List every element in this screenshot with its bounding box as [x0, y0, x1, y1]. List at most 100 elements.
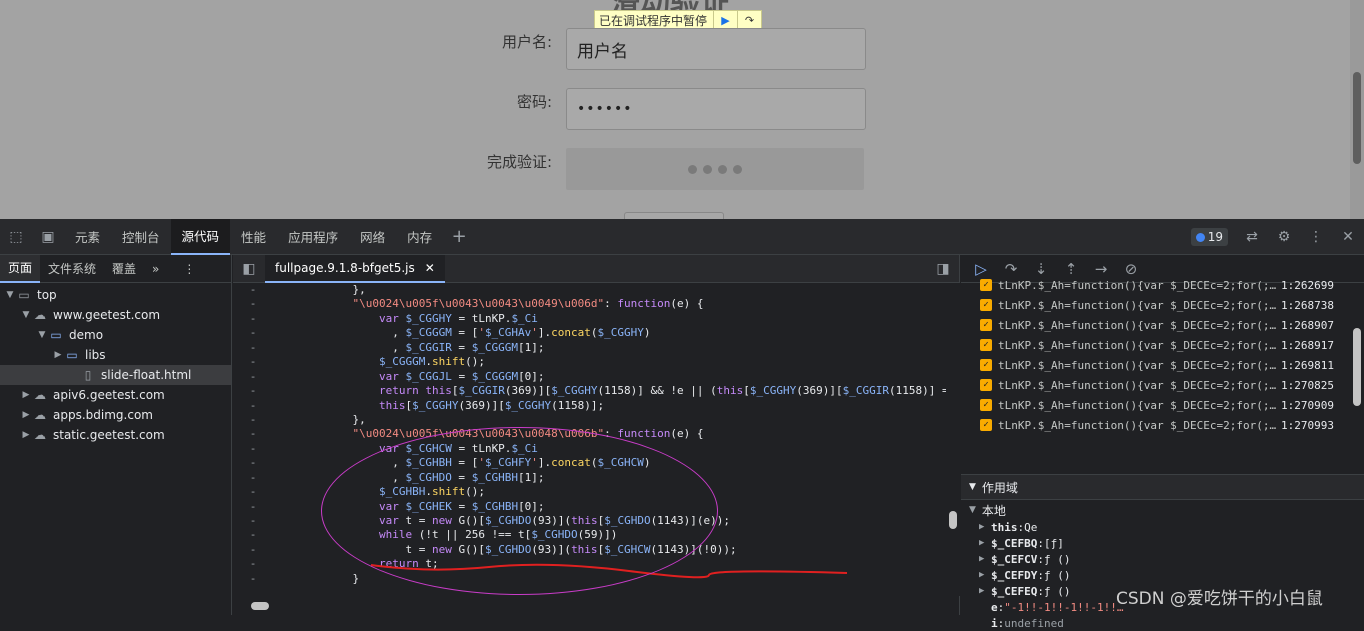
line-gutter[interactable]: - — [233, 326, 273, 340]
line-gutter[interactable]: - — [233, 283, 273, 297]
line-gutter[interactable]: - — [233, 456, 273, 470]
breakpoint-item[interactable]: ✓ tLnKP.$_Ah=function(){var $_DECEc=2;for… — [961, 295, 1364, 315]
expand-arrow-icon[interactable]: ▶ — [20, 390, 32, 400]
line-gutter[interactable]: - — [233, 297, 273, 311]
code-line[interactable]: - t = new G()[$_CGHDO(93)](this[$_CGHCW(… — [233, 543, 946, 557]
breakpoint-item[interactable]: ✓ tLnKP.$_Ah=function(){var $_DECEc=2;for… — [961, 355, 1364, 375]
line-gutter[interactable]: - — [233, 572, 273, 586]
panel-tab[interactable]: 控制台 — [111, 219, 171, 255]
editor-hscrollbar[interactable] — [233, 599, 946, 613]
code-line[interactable]: - }, — [233, 283, 946, 297]
step-over-icon[interactable]: ↷ — [737, 11, 761, 29]
line-gutter[interactable]: - — [233, 442, 273, 456]
toggle-debugger-icon[interactable]: ◨ — [927, 255, 959, 283]
code-line[interactable]: - , $_CGGGM = ['$_CGHAv'].concat($_CGGHY… — [233, 326, 946, 340]
tree-item[interactable]: ▼ ☁ www.geetest.com — [0, 305, 231, 325]
expand-arrow-icon[interactable]: ▼ — [36, 330, 48, 340]
username-input[interactable]: 用户名 — [566, 28, 866, 70]
code-line[interactable]: - var $_CGHEK = $_CGHBH[0]; — [233, 500, 946, 514]
line-gutter[interactable]: - — [233, 500, 273, 514]
breakpoint-scrollbar[interactable] — [1351, 283, 1364, 443]
line-gutter[interactable]: - — [233, 485, 273, 499]
code-line[interactable]: - while (!t || 256 !== t[$_CGHDO(59)]) — [233, 528, 946, 542]
more-options-icon[interactable]: ⋮ — [1300, 219, 1332, 255]
tree-item[interactable]: ▼ ▭ top — [0, 285, 231, 305]
scope-section-header[interactable]: ▼ 作用域 — [961, 474, 1364, 500]
tree-item[interactable]: ▶ ☁ apps.bdimg.com — [0, 405, 231, 425]
panel-tab[interactable]: 元素 — [64, 219, 111, 255]
scroll-thumb[interactable] — [251, 602, 269, 610]
line-gutter[interactable]: - — [233, 370, 273, 384]
scope-variable[interactable]: ▶ this: Qe — [961, 519, 1364, 535]
local-scope-header[interactable]: ▼ 本地 — [961, 501, 1364, 519]
line-gutter[interactable]: - — [233, 384, 273, 398]
panel-tab[interactable]: 性能 — [230, 219, 277, 255]
code-line[interactable]: - $_CGGGM.shift(); — [233, 355, 946, 369]
navigator-tab[interactable]: 页面 — [0, 254, 41, 283]
checkbox-icon[interactable]: ✓ — [980, 339, 992, 351]
line-gutter[interactable]: - — [233, 514, 273, 528]
line-gutter[interactable]: - — [233, 471, 273, 485]
issues-badge[interactable]: 19 — [1190, 228, 1228, 246]
code-line[interactable]: - var $_CGHCW = tLnKP.$_Ci — [233, 442, 946, 456]
more-panels-icon[interactable]: + — [443, 219, 475, 255]
checkbox-icon[interactable]: ✓ — [980, 419, 992, 431]
tree-item[interactable]: ▶ ☁ static.geetest.com — [0, 425, 231, 445]
line-gutter[interactable]: - — [233, 355, 273, 369]
breakpoint-item[interactable]: ✓ tLnKP.$_Ah=function(){var $_DECEc=2;for… — [961, 315, 1364, 335]
tree-item[interactable]: ▶ ▭ libs — [0, 345, 231, 365]
code-line[interactable]: - var t = new G()[$_CGHDO(93)](this[$_CG… — [233, 514, 946, 528]
scroll-thumb[interactable] — [1353, 72, 1361, 164]
settings-gear-icon[interactable]: ⚙ — [1268, 219, 1300, 255]
line-gutter[interactable]: - — [233, 427, 273, 441]
code-line[interactable]: - , $_CGGIR = $_CGGGM[1]; — [233, 341, 946, 355]
submit-button[interactable] — [624, 212, 724, 219]
scroll-thumb[interactable] — [1353, 328, 1361, 406]
breakpoint-item[interactable]: ✓ tLnKP.$_Ah=function(){var $_DECEc=2;for… — [961, 395, 1364, 415]
breakpoint-item[interactable]: ✓ tLnKP.$_Ah=function(){var $_DECEc=2;for… — [961, 335, 1364, 355]
code-line[interactable]: - "\u0024\u005f\u0043\u0043\u0049\u006d"… — [233, 297, 946, 311]
code-line[interactable]: - var $_CGGHY = tLnKP.$_Ci — [233, 312, 946, 326]
code-lines[interactable]: - }, - "\u0024\u005f\u0043\u0043\u0049\u0… — [233, 283, 946, 596]
panel-tab[interactable]: 源代码 — [170, 218, 231, 255]
expand-arrow-icon[interactable]: ▶ — [52, 350, 64, 360]
code-line[interactable]: - , $_CGHBH = ['$_CGHFY'].concat($_CGHCW… — [233, 456, 946, 470]
expand-arrow-icon[interactable]: ▶ — [979, 586, 991, 596]
expand-arrow-icon[interactable]: ▶ — [979, 538, 991, 548]
expand-arrow-icon[interactable]: ▼ — [20, 310, 32, 320]
checkbox-icon[interactable]: ✓ — [980, 379, 992, 391]
code-line[interactable]: - var $_CGGJL = $_CGGGM[0]; — [233, 370, 946, 384]
checkbox-icon[interactable]: ✓ — [980, 319, 992, 331]
line-gutter[interactable]: - — [233, 543, 273, 557]
password-input[interactable]: •••••• — [566, 88, 866, 130]
navigator-tab[interactable]: 覆盖 — [104, 255, 144, 283]
scope-variable[interactable]: ▶ $_CEFCV: ƒ () — [961, 551, 1364, 567]
expand-arrow-icon[interactable]: ▶ — [979, 522, 991, 532]
file-tab[interactable]: fullpage.9.1.8-bfget5.js ✕ — [265, 254, 445, 283]
navigator-menu-icon[interactable]: ⋮ — [175, 255, 203, 283]
close-tab-icon[interactable]: ✕ — [425, 261, 435, 275]
code-line[interactable]: - return this[$_CGGIR(369)][$_CGGHY(1158… — [233, 384, 946, 398]
breakpoint-item[interactable]: ✓ tLnKP.$_Ah=function(){var $_DECEc=2;for… — [961, 415, 1364, 435]
captcha-loading[interactable] — [566, 148, 864, 190]
expand-arrow-icon[interactable]: ▶ — [979, 554, 991, 564]
toggle-navigator-icon[interactable]: ◧ — [233, 255, 265, 283]
device-toggle-icon[interactable]: ▣ — [32, 219, 64, 255]
line-gutter[interactable]: - — [233, 413, 273, 427]
tree-item[interactable]: ▶ ☁ apiv6.geetest.com — [0, 385, 231, 405]
checkbox-icon[interactable]: ✓ — [980, 299, 992, 311]
expand-arrow-icon[interactable]: ▼ — [4, 290, 16, 300]
more-tabs-icon[interactable]: » — [144, 255, 167, 283]
checkbox-icon[interactable]: ✓ — [980, 399, 992, 411]
line-gutter[interactable]: - — [233, 528, 273, 542]
breakpoint-item[interactable]: ✓ tLnKP.$_Ah=function(){var $_DECEc=2;for… — [961, 375, 1364, 395]
line-gutter[interactable]: - — [233, 312, 273, 326]
panel-tab[interactable]: 内存 — [396, 219, 443, 255]
code-line[interactable]: - this[$_CGGHY(369)][$_CGGHY(1158)]; — [233, 399, 946, 413]
expand-arrow-icon[interactable]: ▶ — [979, 570, 991, 580]
inspect-icon[interactable]: ⬚ — [0, 219, 32, 255]
line-gutter[interactable]: - — [233, 341, 273, 355]
panel-tab[interactable]: 网络 — [349, 219, 396, 255]
breakpoint-item[interactable]: ✓ tLnKP.$_Ah=function(){var $_DECEc=2;for… — [961, 275, 1364, 295]
resume-icon[interactable]: ▶ — [713, 11, 737, 29]
